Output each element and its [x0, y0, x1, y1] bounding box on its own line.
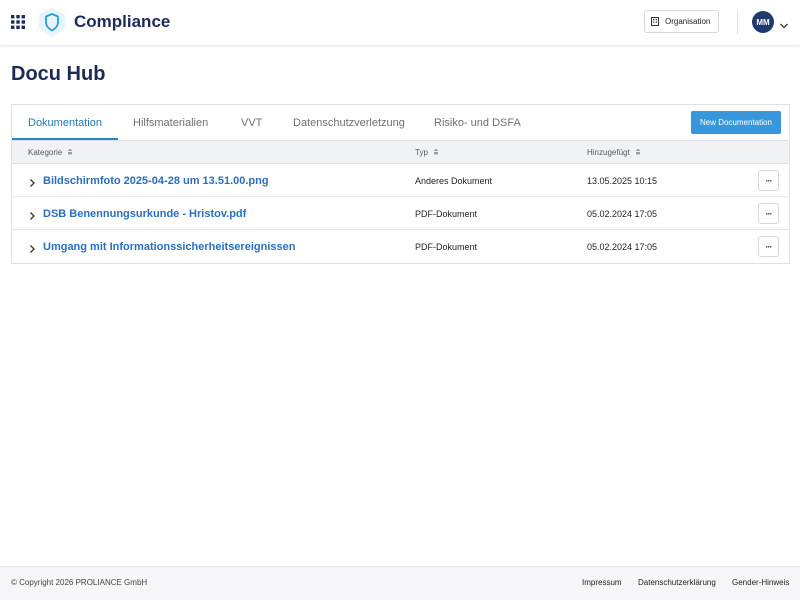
column-header-hinzugefuegt[interactable]: Hinzugefügt: [587, 141, 641, 164]
table-row[interactable]: DSB Benennungsurkunde - Hristov.pdf PDF-…: [12, 197, 789, 230]
footer: © Copyright 2026 PROLIANCE GmbH Impressu…: [0, 566, 800, 600]
sort-icon: [635, 148, 641, 157]
impressum-link[interactable]: Impressum: [582, 578, 622, 587]
chevron-right-icon[interactable]: [28, 175, 36, 187]
table-row[interactable]: Bildschirmfoto 2025-04-28 um 13.51.00.pn…: [12, 164, 789, 197]
document-type: PDF-Dokument: [415, 208, 478, 219]
datenschutzerklaerung-link[interactable]: Datenschutzerklärung: [638, 578, 716, 587]
table-header: Kategorie Typ Hinzugefügt: [12, 141, 789, 164]
document-date: 05.02.2024 17:05: [587, 208, 658, 219]
sort-icon: [67, 148, 73, 157]
chevron-down-icon[interactable]: [779, 17, 789, 29]
tab-risiko-dsfa[interactable]: Risiko- und DSFA: [434, 105, 521, 141]
sort-icon: [433, 148, 439, 157]
chevron-right-icon[interactable]: [28, 208, 36, 220]
document-date: 13.05.2025 10:15: [587, 175, 658, 186]
new-documentation-button[interactable]: New Documentation: [691, 111, 781, 134]
avatar[interactable]: MM: [752, 11, 774, 33]
more-options-button[interactable]: ···: [758, 203, 779, 224]
documents-card: Dokumentation Hilfsmaterialien VVT Daten…: [11, 104, 790, 264]
building-icon: [651, 17, 659, 26]
active-tab-indicator: [12, 138, 118, 140]
header-divider: [737, 10, 738, 34]
more-options-button[interactable]: ···: [758, 236, 779, 257]
column-label: Typ: [415, 148, 428, 157]
document-date: 05.02.2024 17:05: [587, 241, 658, 252]
app-grid-icon[interactable]: [11, 15, 25, 29]
organisation-label: Organisation: [665, 17, 711, 26]
document-name-link[interactable]: Bildschirmfoto 2025-04-28 um 13.51.00.pn…: [43, 164, 269, 197]
table-row[interactable]: Umgang mit Informationssicherheitsereign…: [12, 230, 789, 263]
document-name-link[interactable]: Umgang mit Informationssicherheitsereign…: [43, 230, 295, 263]
gender-hinweis-link[interactable]: Gender-Hinweis: [732, 578, 789, 587]
tab-dokumentation[interactable]: Dokumentation: [28, 105, 102, 141]
app-title: Compliance: [74, 12, 171, 31]
compliance-logo-icon: [36, 6, 68, 38]
column-label: Kategorie: [28, 148, 63, 157]
page-title: Docu Hub: [11, 63, 106, 85]
more-options-button[interactable]: ···: [758, 170, 779, 191]
tab-vvt[interactable]: VVT: [241, 105, 262, 141]
column-header-typ[interactable]: Typ: [415, 141, 439, 164]
document-name-link[interactable]: DSB Benennungsurkunde - Hristov.pdf: [43, 197, 246, 230]
tab-bar: Dokumentation Hilfsmaterialien VVT Daten…: [12, 105, 789, 141]
document-type: Anderes Dokument: [415, 175, 493, 186]
copyright-text: © Copyright 2026 PROLIANCE GmbH: [11, 578, 148, 587]
column-header-kategorie[interactable]: Kategorie: [28, 141, 73, 164]
top-bar: Compliance Organisation MM: [0, 0, 800, 45]
chevron-right-icon[interactable]: [28, 241, 36, 253]
organisation-button[interactable]: Organisation: [644, 10, 719, 33]
tab-datenschutzverletzung[interactable]: Datenschutzverletzung: [293, 105, 405, 141]
document-type: PDF-Dokument: [415, 241, 478, 252]
column-label: Hinzugefügt: [587, 148, 630, 157]
tab-hilfsmaterialien[interactable]: Hilfsmaterialien: [133, 105, 208, 141]
